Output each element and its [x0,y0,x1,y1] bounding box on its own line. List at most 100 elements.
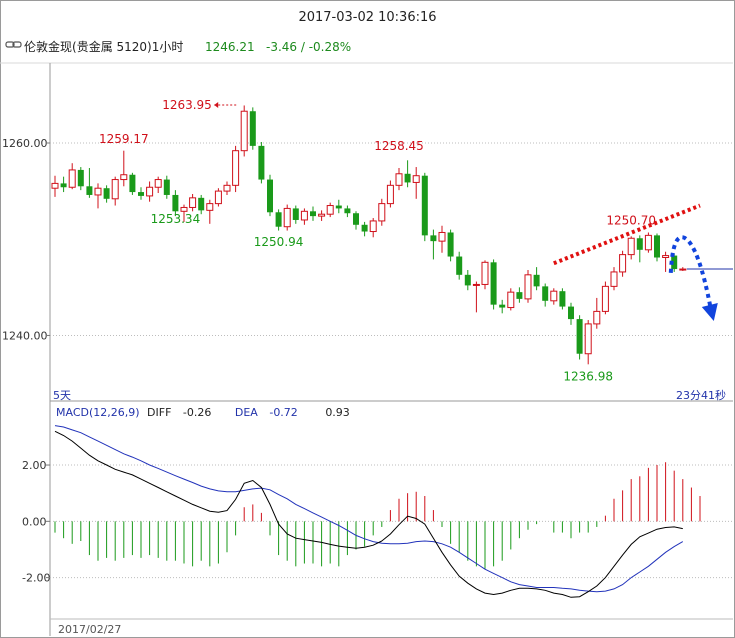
annotation-label: 1250.94 [254,235,304,249]
candle-body [353,213,359,225]
candle [490,259,497,310]
candle [601,281,609,315]
forecast-arrowhead [701,303,718,322]
candle [456,251,463,280]
diff-value: -0.26 [183,406,211,419]
candle [499,299,506,314]
candle [223,181,231,195]
instrument-period: 1小时 [152,40,184,54]
candle-body [77,169,84,187]
candle [51,175,59,197]
candle [335,199,342,214]
header-row: 伦敦金现(贵金属 5120)1小时 1246.21 -3.46 / -0.28% [5,39,351,54]
price-annotations: 1263.951259.17 1258.451253.341250.941250.… [99,98,656,384]
candle-body [378,203,386,222]
link-icon[interactable] [5,41,22,48]
candle [138,187,144,200]
candle [542,283,549,307]
candle [524,270,532,303]
candle [533,267,540,291]
candle-body [584,323,592,355]
candle [464,270,471,291]
candle [361,221,368,237]
candle-body [86,186,93,195]
candle [146,181,154,202]
candle [214,188,222,207]
candle-body [447,232,454,257]
macd-params: MACD(12,26,9) [56,406,140,419]
annotation-arrowhead [214,101,219,108]
candle-body [395,173,403,186]
candle-body [232,150,240,186]
candle [344,205,351,218]
macd-y-ticks: 2.000.00-2.00 [22,459,50,585]
candle-body [51,182,59,189]
candle-body [94,187,102,196]
candle-body [490,262,497,305]
macd-legend: MACD(12,26,9) DIFF -0.26 DEA -0.72 0.93 [56,406,350,419]
candle-body [111,179,119,200]
candle-body [430,235,437,242]
candle-body [172,194,179,212]
candle-body [464,274,471,286]
candle [430,229,437,260]
annotation-label: 1258.45 [374,139,424,153]
candle-body [421,175,428,236]
forecast-arrow-path [668,235,713,310]
candle [206,199,214,224]
svg-text:伦敦金现(贵金属 5120)1小时: 伦敦金现(贵金属 5120)1小时 [24,39,183,54]
candle [189,193,197,212]
candle [447,229,454,262]
candle [154,176,162,194]
candle [679,267,687,271]
candle [576,315,583,360]
candle-body [533,274,540,287]
candle [103,185,110,203]
candle [662,251,670,272]
candle-body [499,304,506,308]
candle [593,297,601,329]
candle [283,204,291,231]
chart-canvas: 伦敦金现(贵金属 5120)1小时 1246.21 -3.46 / -0.28%… [0,39,733,636]
price-tick-label: 1260.00 [2,137,48,150]
candle [404,160,411,188]
date-label: 2017/02/27 [58,623,121,636]
candle-body [438,231,446,242]
candle [77,167,84,191]
candle [550,288,558,305]
candle-body [386,184,394,205]
candle [258,142,265,184]
macd-tick-label: 2.00 [22,459,47,472]
candle-body [568,306,574,320]
candle-body [593,310,601,325]
diff-line [54,430,683,598]
candle [129,172,136,195]
dea-line [54,425,684,593]
candle [318,210,326,221]
candle-body [344,208,351,214]
candle-body [662,255,670,259]
candle-body [524,274,532,300]
candle-body [335,205,342,209]
candle [619,250,627,277]
candle [240,105,248,157]
candle [654,233,660,262]
candle-body [644,234,652,251]
candle [378,198,386,226]
candle-body [249,111,256,146]
candle-body [189,197,197,208]
candle-body [223,184,231,192]
candle-body [240,110,248,152]
price-tick-label: 1240.00 [2,329,48,342]
macd-value: 0.93 [325,406,350,419]
candle-body [154,179,162,188]
dea-value: -0.72 [269,406,297,419]
last-price: 1246.21 [205,40,255,54]
candle-body [627,237,635,256]
candle-body [412,175,420,183]
candle [516,287,523,303]
candle-body [472,283,480,286]
price-change: -3.46 / -0.28% [266,40,351,54]
candle-body [198,197,205,211]
candle [481,260,489,290]
